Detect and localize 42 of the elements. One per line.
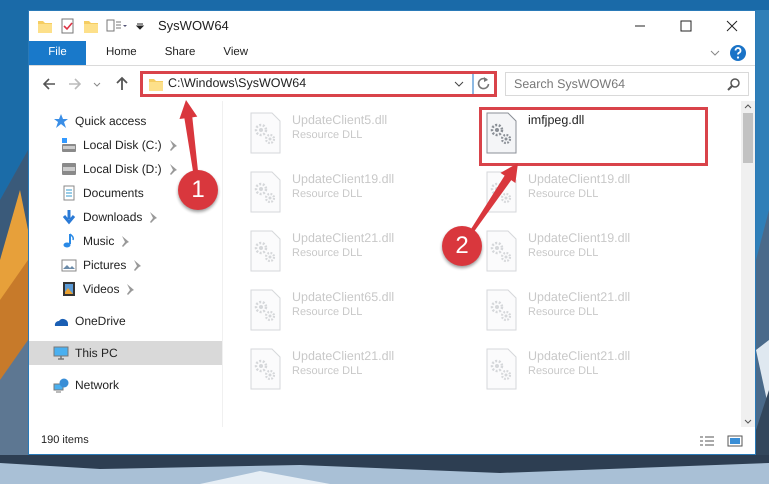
- nav-item[interactable]: Music: [83, 232, 114, 250]
- scrollbar[interactable]: [741, 101, 755, 427]
- large-icons-view-icon[interactable]: [727, 434, 743, 446]
- file-menu-button[interactable]: File: [29, 41, 86, 65]
- file-icon[interactable]: [486, 112, 518, 155]
- search-icon[interactable]: [727, 76, 741, 90]
- maximize-icon[interactable]: [678, 18, 694, 34]
- ribbon-tab[interactable]: Share: [150, 41, 210, 65]
- document-icon: [61, 185, 77, 201]
- drive-icon: [61, 161, 77, 177]
- details-view-icon[interactable]: [699, 434, 715, 446]
- ribbon-tab[interactable]: View: [209, 41, 262, 65]
- properties-icon[interactable]: [60, 18, 76, 34]
- file-name[interactable]: imfjpeg.dll: [528, 112, 584, 128]
- file-item[interactable]: imfjpeg.dll: [479, 107, 708, 166]
- ribbon-tab[interactable]: Home: [92, 41, 151, 65]
- music-note-icon: [61, 233, 77, 249]
- nav-item[interactable]: Videos: [83, 280, 120, 298]
- address-bar[interactable]: C:\Windows\SysWOW64: [140, 70, 497, 96]
- star-icon: [53, 113, 69, 129]
- nav-item[interactable]: Pictures: [83, 256, 126, 274]
- nav-item[interactable]: OneDrive: [75, 312, 126, 330]
- drive-icon: [61, 137, 77, 153]
- monitor-icon: [53, 345, 69, 361]
- network-icon: [53, 377, 69, 393]
- nav-item[interactable]: Local Disk (C:): [83, 136, 162, 154]
- nav-item[interactable]: Local Disk (D:): [83, 160, 162, 178]
- window-title: SysWOW64: [158, 17, 229, 36]
- folder-icon: [37, 18, 53, 34]
- nav-item[interactable]: Quick access: [75, 112, 146, 130]
- nav-item[interactable]: Network: [75, 376, 120, 394]
- item-count: 190 items: [41, 433, 89, 448]
- nav-item[interactable]: Documents: [83, 184, 144, 202]
- picture-icon: [61, 257, 77, 273]
- scroll-thumb[interactable]: [743, 113, 753, 163]
- nav-item[interactable]: This PC: [29, 341, 222, 365]
- search-field[interactable]: Search SysWOW64: [505, 72, 749, 96]
- nav-item[interactable]: Downloads: [83, 208, 142, 226]
- download-icon: [61, 209, 77, 225]
- close-icon[interactable]: [724, 18, 740, 34]
- film-icon: [61, 281, 77, 297]
- layout-icon[interactable]: [106, 18, 128, 34]
